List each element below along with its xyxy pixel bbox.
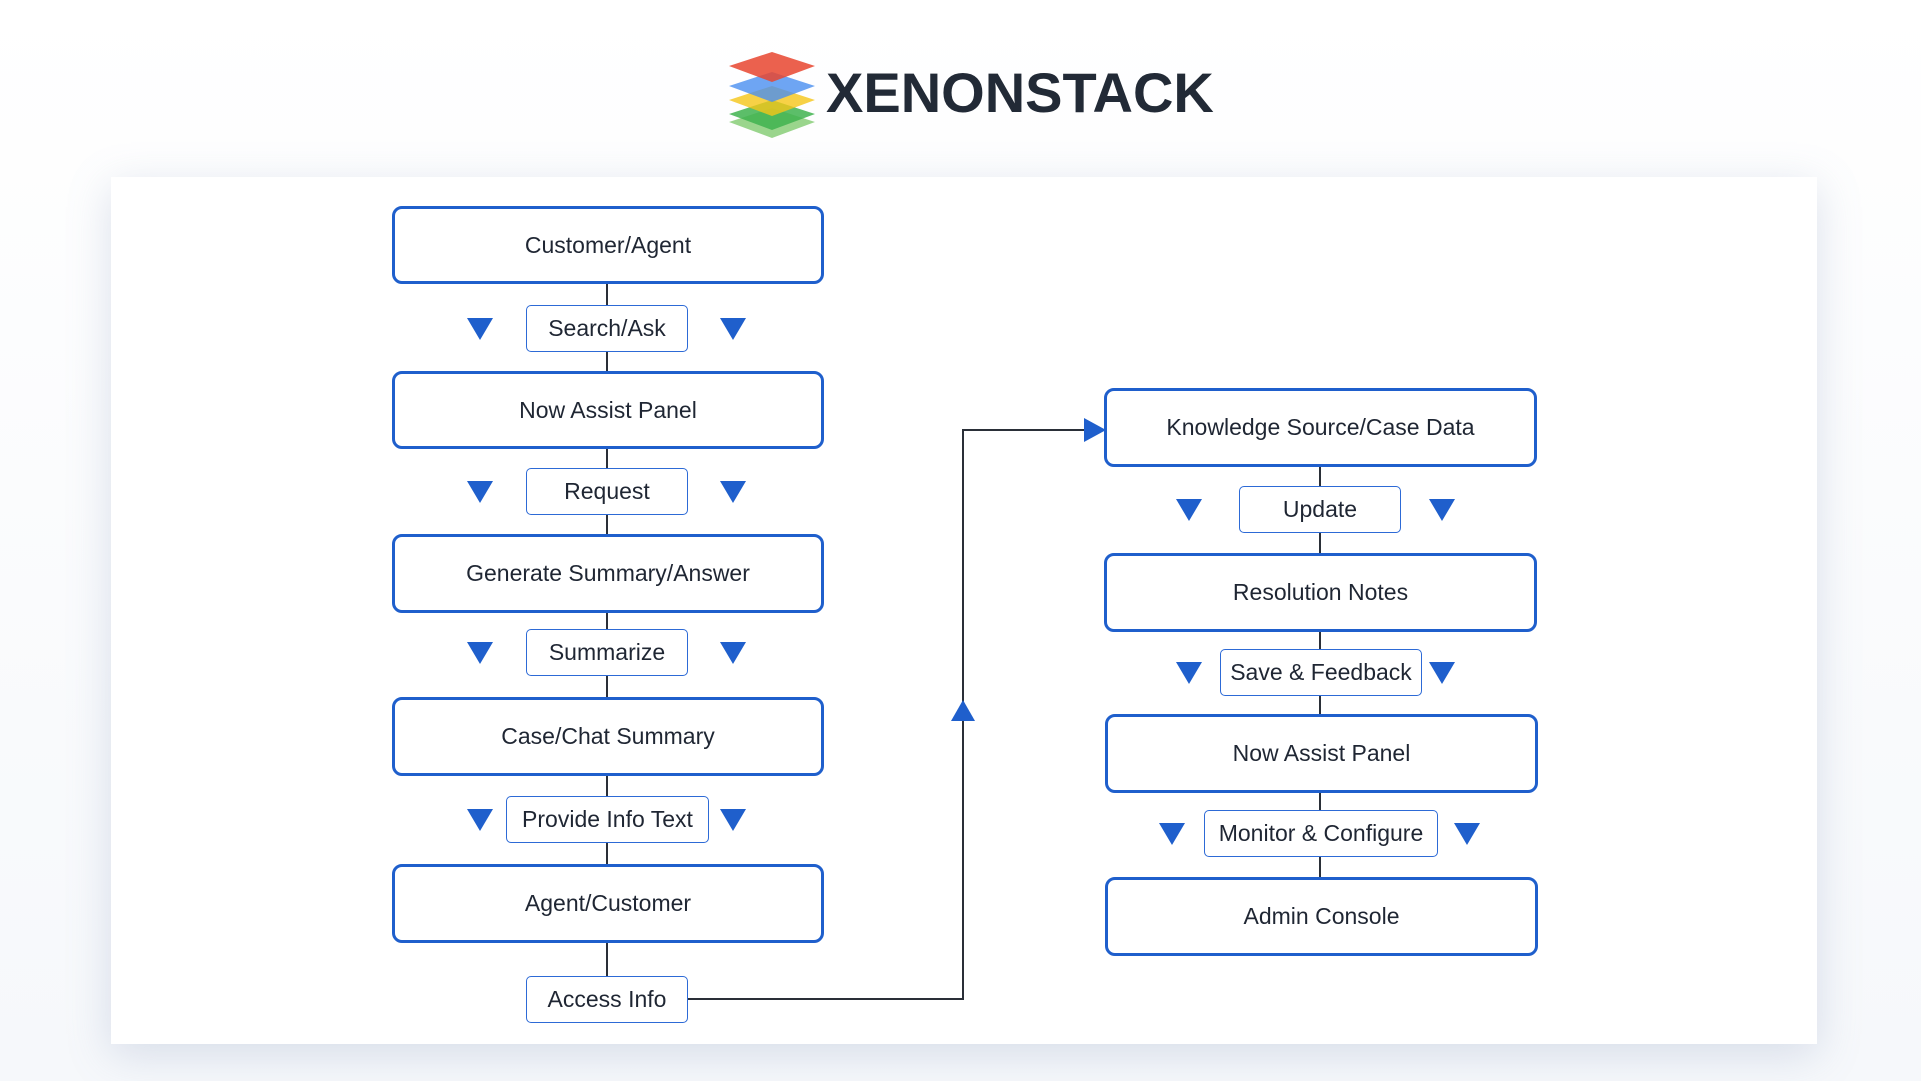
edge-label: Save & Feedback: [1230, 659, 1412, 685]
edge-search-ask: Search/Ask: [526, 305, 688, 352]
node-label: Generate Summary/Answer: [466, 560, 750, 586]
edge-label: Search/Ask: [548, 315, 666, 341]
edge-save-feedback: Save & Feedback: [1220, 649, 1422, 696]
arrow-down-icon: [467, 809, 493, 831]
node-label: Customer/Agent: [524, 231, 692, 258]
node-label: Now Assist Panel: [519, 396, 697, 423]
edge-update: Update: [1239, 486, 1401, 533]
node-knowledge-source: Knowledge Source/Case Data: [1104, 388, 1537, 467]
edge-label: Request: [564, 478, 650, 504]
edge-provide-info-text: Provide Info Text: [506, 796, 709, 843]
edge-access-info: Access Info: [526, 976, 688, 1023]
arrow-down-icon: [1454, 823, 1480, 845]
node-label: Now Assist Panel: [1232, 740, 1411, 766]
node-generate-summary: Generate Summary/Answer: [392, 534, 824, 613]
arrow-down-icon: [720, 809, 746, 831]
node-customer-agent: Customer/Agent: [392, 206, 824, 284]
edge-request: Request: [526, 468, 688, 515]
arrow-down-icon: [467, 642, 493, 664]
arrow-down-icon: [720, 481, 746, 503]
node-now-assist-panel-2: Now Assist Panel: [1105, 714, 1538, 793]
node-now-assist-panel: Now Assist Panel: [392, 371, 824, 449]
edge-monitor-configure: Monitor & Configure: [1204, 810, 1438, 857]
arrow-down-icon: [1429, 499, 1455, 521]
arrow-down-icon: [1429, 662, 1455, 684]
edge-label: Summarize: [548, 639, 666, 665]
arrow-down-icon: [1159, 823, 1185, 845]
arrow-down-icon: [1176, 499, 1202, 521]
node-case-chat-summary: Case/Chat Summary: [392, 697, 824, 776]
node-label: Case/Chat Summary: [501, 723, 715, 749]
arrow-down-icon: [720, 318, 746, 340]
edge-summarize: Summarize: [526, 629, 688, 676]
arrow-down-icon: [467, 318, 493, 340]
node-label: Admin Console: [1243, 903, 1400, 929]
edge-label: Update: [1282, 496, 1358, 522]
arrow-down-icon: [720, 642, 746, 664]
node-admin-console: Admin Console: [1105, 877, 1538, 956]
arrow-right-icon: [1084, 418, 1106, 442]
node-label: Agent/Customer: [524, 890, 692, 916]
edge-label: Provide Info Text: [522, 806, 693, 832]
access-info-connector: [688, 418, 1106, 1000]
arrow-down-icon: [1176, 662, 1202, 684]
arrow-up-icon: [951, 700, 975, 721]
node-label: Knowledge Source/Case Data: [1166, 414, 1475, 440]
node-agent-customer: Agent/Customer: [392, 864, 824, 943]
edge-label: Access Info: [547, 986, 667, 1012]
node-resolution-notes: Resolution Notes: [1104, 553, 1537, 632]
node-label: Resolution Notes: [1232, 579, 1409, 605]
arrow-down-icon: [467, 481, 493, 503]
edge-label: Monitor & Configure: [1218, 820, 1424, 846]
